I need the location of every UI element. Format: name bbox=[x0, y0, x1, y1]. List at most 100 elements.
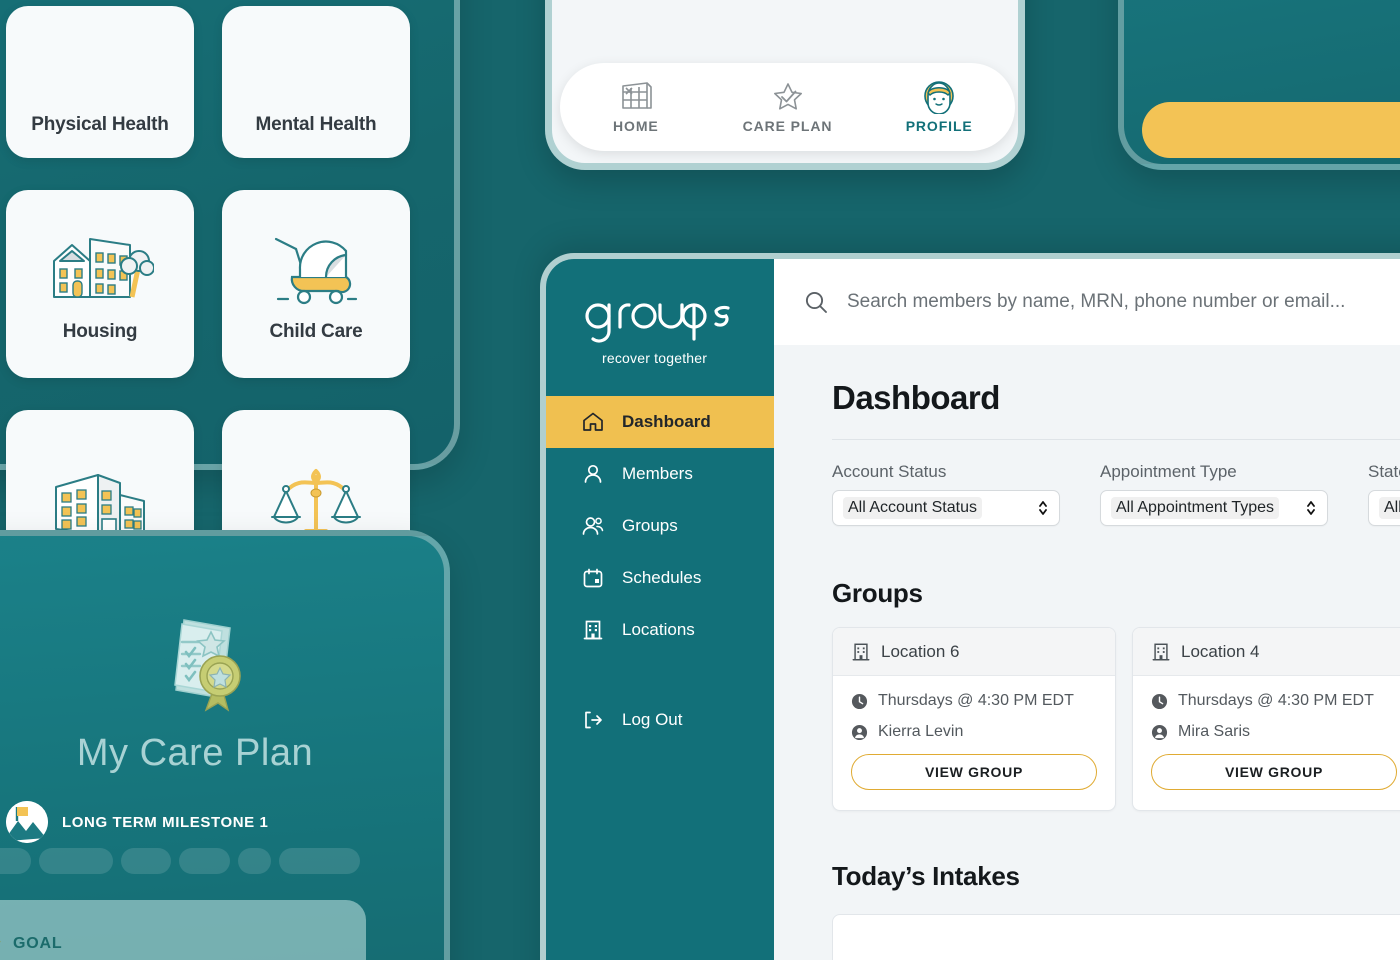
group-card-person-row: Mira Saris bbox=[1151, 723, 1397, 741]
mobile-tab-care-plan[interactable]: CARE PLAN bbox=[712, 80, 864, 134]
sidebar-item-label: Schedules bbox=[622, 568, 702, 587]
sidebar: recover together Dashboard Members Group… bbox=[546, 259, 774, 960]
category-tile-label: Child Care bbox=[269, 321, 363, 342]
filter-value: All Account Status bbox=[843, 497, 982, 519]
mobile-tab-label: HOME bbox=[613, 118, 659, 134]
logout-icon bbox=[585, 711, 602, 729]
progress-segment bbox=[279, 848, 360, 874]
screenshot-root: Physical Health Mental Health Housing Ch… bbox=[0, 0, 1400, 960]
clock-icon bbox=[851, 693, 868, 709]
my-care-plan-panel: My Care Plan LONG TERM MILESTONE 1 GOAL bbox=[0, 530, 450, 960]
category-tile-housing[interactable]: Housing bbox=[6, 190, 194, 378]
intakes-card bbox=[832, 914, 1400, 960]
mountain-flag-icon bbox=[6, 801, 48, 843]
sidebar-item-schedules[interactable]: Schedules bbox=[546, 552, 774, 604]
filter-state: State All Stat bbox=[1368, 462, 1400, 526]
category-tile-mental-health[interactable]: Mental Health bbox=[222, 6, 410, 158]
intakes-section-heading: Today’s Intakes bbox=[832, 861, 1020, 891]
group-card-body: Thursdays @ 4:30 PM EDT Kierra Levin VIE… bbox=[833, 676, 1115, 810]
category-tile-child-care[interactable]: Child Care bbox=[222, 190, 410, 378]
care-plan-title: My Care Plan bbox=[76, 732, 314, 774]
filter-row: Account Status All Account Status Appoin… bbox=[832, 462, 1400, 526]
category-tile-label: Mental Health bbox=[255, 114, 377, 135]
group-card-list: Location 6 Thursdays @ 4:30 PM EDT Kierr… bbox=[832, 627, 1400, 811]
person-icon bbox=[1151, 724, 1168, 740]
mobile-tab-label: PROFILE bbox=[905, 118, 973, 134]
appointment-type-select[interactable]: All Appointment Types bbox=[1100, 490, 1328, 526]
building-icon bbox=[852, 643, 870, 660]
view-group-button[interactable]: VIEW GROUP bbox=[851, 754, 1097, 790]
building-icon bbox=[1152, 643, 1170, 660]
group-card-location: Location 6 bbox=[881, 641, 960, 661]
group-card: Location 4 Thursdays @ 4:30 PM EDT Mira … bbox=[1132, 627, 1400, 811]
goal-card[interactable]: GOAL bbox=[0, 900, 366, 960]
sidebar-item-label: Groups bbox=[622, 516, 678, 535]
filter-label: State bbox=[1368, 462, 1400, 481]
filter-value: All Stat bbox=[1379, 497, 1400, 519]
star-check-icon bbox=[773, 83, 802, 110]
calendar-icon bbox=[583, 568, 603, 588]
view-group-button[interactable]: VIEW GROUP bbox=[1151, 754, 1397, 790]
filter-value: All Appointment Types bbox=[1111, 497, 1280, 519]
person-icon bbox=[851, 724, 868, 740]
sidebar-item-label: Locations bbox=[622, 620, 695, 639]
dashboard-body: Dashboard Account Status All Account Sta… bbox=[774, 345, 1400, 960]
state-select[interactable]: All Stat bbox=[1368, 490, 1400, 526]
filter-label: Appointment Type bbox=[1100, 462, 1237, 481]
next-button-panel: NEXT bbox=[1118, 0, 1400, 170]
calendar-home-icon bbox=[622, 82, 652, 109]
category-tile-grid: Physical Health Mental Health Housing Ch… bbox=[6, 6, 426, 598]
chevron-updown-icon bbox=[1307, 501, 1315, 515]
category-tile-label: Physical Health bbox=[31, 114, 169, 135]
sidebar-item-locations[interactable]: Locations bbox=[546, 604, 774, 656]
profile-face-icon bbox=[924, 81, 954, 114]
search-bar bbox=[774, 259, 1400, 345]
group-card: Location 6 Thursdays @ 4:30 PM EDT Kierr… bbox=[832, 627, 1116, 811]
sidebar-item-label: Dashboard bbox=[622, 412, 711, 431]
goal-label: GOAL bbox=[13, 935, 63, 952]
checklist-award-icon bbox=[174, 619, 241, 712]
sidebar-item-log-out[interactable]: Log Out bbox=[546, 694, 774, 746]
milestone-progress-bar bbox=[0, 848, 360, 874]
groups-section-heading: Groups bbox=[832, 578, 923, 608]
account-status-select[interactable]: All Account Status bbox=[832, 490, 1060, 526]
home-icon bbox=[583, 412, 603, 431]
sidebar-item-label: Log Out bbox=[622, 710, 683, 729]
category-tile-physical-health[interactable]: Physical Health bbox=[6, 6, 194, 158]
sidebar-item-groups[interactable]: Groups bbox=[546, 500, 774, 552]
group-card-time: Thursdays @ 4:30 PM EDT bbox=[1178, 692, 1374, 709]
clock-icon bbox=[1151, 693, 1168, 709]
sidebar-item-label: Members bbox=[622, 464, 693, 483]
brand-logo[interactable]: recover together bbox=[546, 283, 774, 396]
dashboard-panel: recover together Dashboard Members Group… bbox=[540, 253, 1400, 960]
page-title: Dashboard bbox=[832, 379, 1000, 416]
goal-row: GOAL bbox=[0, 932, 62, 956]
filter-appointment-type: Appointment Type All Appointment Types bbox=[1100, 462, 1328, 526]
sidebar-item-dashboard[interactable]: Dashboard bbox=[546, 396, 774, 448]
group-card-header: Location 6 bbox=[833, 628, 1115, 676]
progress-segment bbox=[179, 848, 231, 874]
group-card-time-row: Thursdays @ 4:30 PM EDT bbox=[1151, 692, 1397, 710]
mobile-tab-profile[interactable]: PROFILE bbox=[863, 80, 1015, 134]
group-card-header: Location 4 bbox=[1133, 628, 1400, 676]
group-card-facilitator: Kierra Levin bbox=[878, 723, 964, 740]
brand-tagline: recover together bbox=[602, 350, 708, 366]
progress-segment bbox=[39, 848, 113, 874]
user-icon bbox=[584, 464, 602, 483]
mobile-tab-home[interactable]: HOME bbox=[560, 80, 712, 134]
chevron-updown-icon bbox=[1039, 501, 1047, 515]
group-card-time: Thursdays @ 4:30 PM EDT bbox=[878, 692, 1074, 709]
mobile-tab-bar: HOME CARE PLAN PROFILE bbox=[560, 63, 1015, 151]
group-card-location: Location 4 bbox=[1181, 641, 1260, 661]
milestone-row: LONG TERM MILESTONE 1 bbox=[6, 801, 269, 843]
search-input[interactable] bbox=[847, 291, 1400, 313]
divider bbox=[832, 439, 1400, 440]
category-tile-label: Housing bbox=[62, 321, 138, 342]
search-icon[interactable] bbox=[804, 290, 829, 315]
next-button[interactable]: NEXT bbox=[1142, 102, 1400, 158]
building-icon bbox=[583, 620, 603, 640]
sidebar-item-members[interactable]: Members bbox=[546, 448, 774, 500]
category-tiles-panel: Physical Health Mental Health Housing Ch… bbox=[0, 0, 460, 598]
progress-segment bbox=[0, 848, 32, 874]
